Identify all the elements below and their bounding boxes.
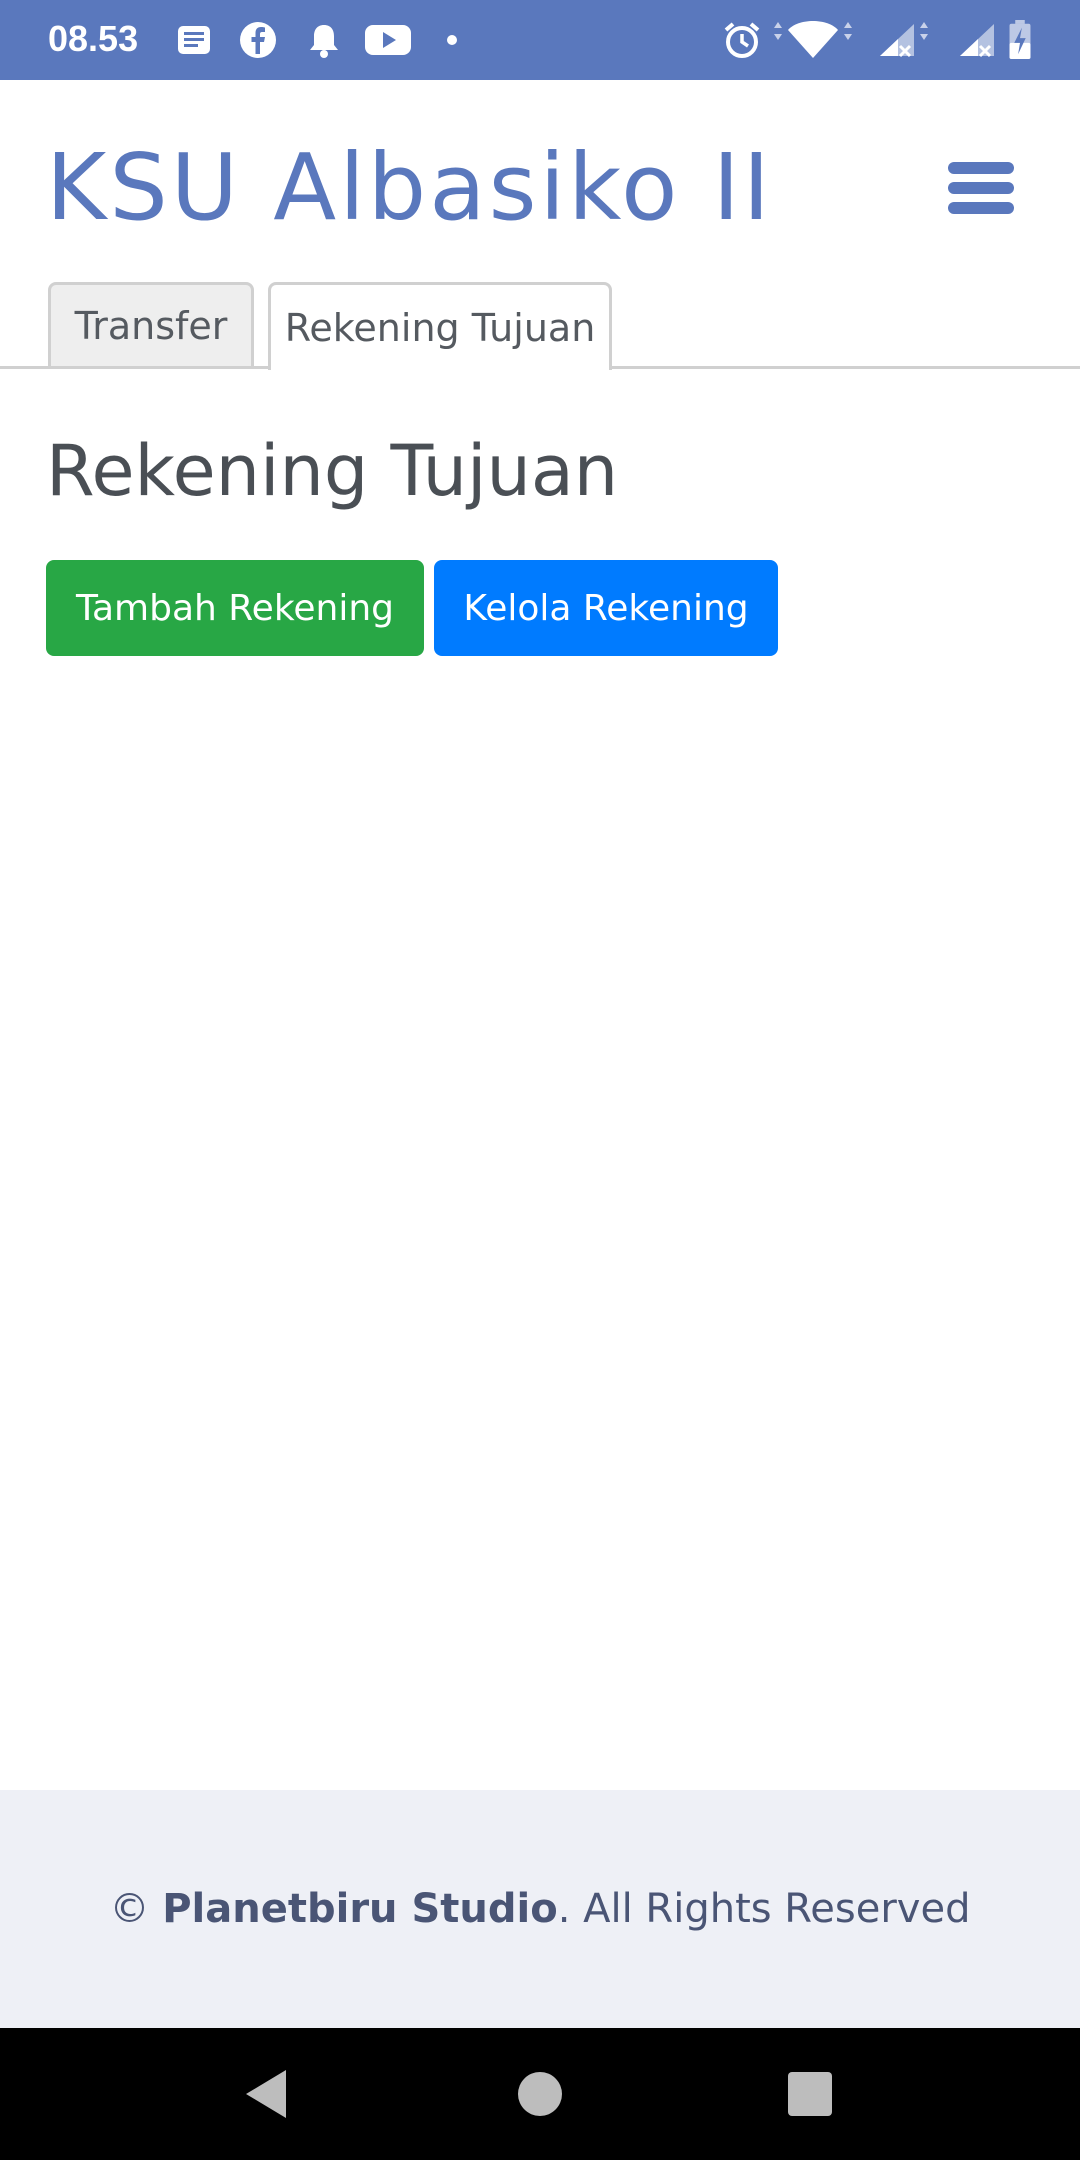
recents-icon[interactable] xyxy=(780,2064,840,2124)
youtube-icon xyxy=(365,25,411,55)
footer-suffix: . All Rights Reserved xyxy=(557,1886,971,1932)
status-bar: 08.53 xyxy=(0,0,1080,80)
signal-icon xyxy=(880,22,928,58)
status-time: 08.53 xyxy=(48,18,139,59)
hamburger-menu-icon[interactable] xyxy=(948,162,1014,214)
page-heading: Rekening Tujuan xyxy=(46,430,619,512)
signal-icon xyxy=(960,24,994,58)
bell-icon xyxy=(310,25,338,58)
manage-account-button[interactable]: Kelola Rekening xyxy=(434,560,778,656)
alarm-icon xyxy=(724,22,760,58)
footer: © Planetbiru Studio. All Rights Reserved xyxy=(0,1790,1080,2028)
notification-message-icon xyxy=(178,26,210,54)
wifi-icon xyxy=(774,21,852,58)
tab-transfer[interactable]: Transfer xyxy=(48,282,254,366)
dot-icon xyxy=(447,35,457,45)
home-icon[interactable] xyxy=(510,2064,570,2124)
navigation-bar xyxy=(0,2028,1080,2160)
app-title: KSU Albasiko II xyxy=(46,134,773,241)
footer-brand: Planetbiru Studio xyxy=(162,1886,558,1932)
tab-rekening-tujuan[interactable]: Rekening Tujuan xyxy=(268,282,612,370)
back-icon[interactable] xyxy=(238,2064,298,2124)
facebook-icon xyxy=(240,22,276,58)
copyright-symbol: © xyxy=(109,1886,150,1932)
add-account-button[interactable]: Tambah Rekening xyxy=(46,560,424,656)
battery-charging-icon xyxy=(1009,20,1031,60)
